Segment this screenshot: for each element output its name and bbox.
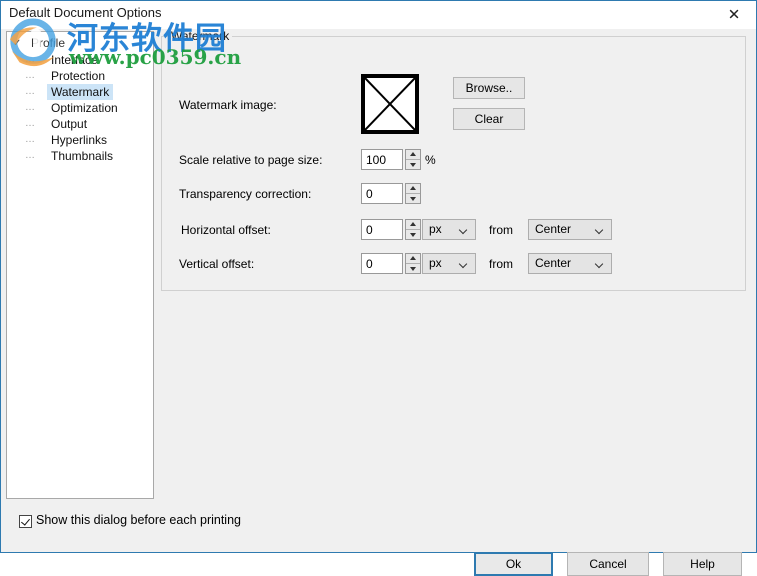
tree-root-label: Profile xyxy=(31,36,66,50)
close-button[interactable]: ✕ xyxy=(712,1,756,28)
vertical-offset-input[interactable] xyxy=(361,253,403,274)
transparency-label: Transparency correction: xyxy=(179,187,312,201)
spinner-down-icon[interactable] xyxy=(406,264,420,273)
spinner-up-icon[interactable] xyxy=(406,220,420,230)
tree-item-label: Output xyxy=(51,117,88,131)
tree-item-interface[interactable]: … Interface xyxy=(7,52,153,68)
tree-item-thumbnails[interactable]: … Thumbnails xyxy=(7,148,153,164)
horizontal-offset-unit-select[interactable]: px xyxy=(422,219,476,240)
spinner-up-icon[interactable] xyxy=(406,184,420,194)
vertical-offset-unit-value: px xyxy=(429,256,442,270)
horizontal-offset-origin-value: Center xyxy=(535,222,572,236)
vertical-offset-origin-value: Center xyxy=(535,256,572,270)
tree-branch-icon: … xyxy=(25,150,35,161)
watermark-image-label: Watermark image: xyxy=(179,98,277,112)
tree-root-profile[interactable]: ✓ Profile xyxy=(13,35,153,53)
tree-branch-icon: … xyxy=(25,70,35,81)
tree-item-hyperlinks[interactable]: … Hyperlinks xyxy=(7,132,153,148)
tree-item-label: Interface xyxy=(51,53,98,67)
chevron-down-icon xyxy=(460,261,468,266)
tree-item-label: Watermark xyxy=(47,84,114,100)
ok-button[interactable]: Ok xyxy=(474,552,553,576)
expander-icon[interactable]: ✓ xyxy=(13,38,25,50)
transparency-spinner-arrows[interactable] xyxy=(405,183,421,204)
show-dialog-label: Show this dialog before each printing xyxy=(36,513,241,527)
cancel-button[interactable]: Cancel xyxy=(567,552,649,576)
tree-branch-icon: … xyxy=(25,54,35,65)
tree-item-label: Protection xyxy=(51,69,106,83)
watermark-image-preview[interactable] xyxy=(361,74,419,134)
broken-image-icon xyxy=(365,78,415,130)
vertical-offset-spinner-arrows[interactable] xyxy=(405,253,421,274)
spinner-down-icon[interactable] xyxy=(406,230,420,239)
horizontal-offset-label: Horizontal offset: xyxy=(181,223,271,237)
vertical-offset-from-label: from xyxy=(489,257,513,271)
chevron-down-icon xyxy=(596,261,604,266)
dialog-body: ✓ Profile … Interface … Protection … Wat… xyxy=(1,29,756,576)
vertical-offset-origin-select[interactable]: Center xyxy=(528,253,612,274)
tree-item-watermark[interactable]: … Watermark xyxy=(7,84,153,100)
horizontal-offset-input[interactable] xyxy=(361,219,403,240)
tree-item-output[interactable]: … Output xyxy=(7,116,153,132)
scale-unit-label: % xyxy=(425,153,436,167)
horizontal-offset-origin-select[interactable]: Center xyxy=(528,219,612,240)
tree-branch-icon: … xyxy=(25,118,35,129)
tree-item-optimization[interactable]: … Optimization xyxy=(7,100,153,116)
close-icon: ✕ xyxy=(727,6,741,23)
settings-tree[interactable]: ✓ Profile … Interface … Protection … Wat… xyxy=(6,31,154,499)
horizontal-offset-spinner-arrows[interactable] xyxy=(405,219,421,240)
watermark-groupbox-title: Watermark xyxy=(168,29,233,43)
transparency-input[interactable] xyxy=(361,183,403,204)
tree-item-protection[interactable]: … Protection xyxy=(7,68,153,84)
clear-button[interactable]: Clear xyxy=(453,108,525,130)
tree-branch-icon: … xyxy=(25,134,35,145)
chevron-down-icon xyxy=(460,227,468,232)
help-button[interactable]: Help xyxy=(663,552,742,576)
tree-item-label: Hyperlinks xyxy=(51,133,108,147)
tree-item-label: Thumbnails xyxy=(51,149,114,163)
vertical-offset-label: Vertical offset: xyxy=(179,257,255,271)
scale-label: Scale relative to page size: xyxy=(179,153,323,167)
scale-input[interactable] xyxy=(361,149,403,170)
dialog-window: Default Document Options ✕ ✓ Profile … I… xyxy=(0,0,757,576)
spinner-down-icon[interactable] xyxy=(406,160,420,169)
spinner-down-icon[interactable] xyxy=(406,194,420,203)
vertical-offset-unit-select[interactable]: px xyxy=(422,253,476,274)
horizontal-offset-unit-value: px xyxy=(429,222,442,236)
browse-button[interactable]: Browse.. xyxy=(453,77,525,99)
spinner-up-icon[interactable] xyxy=(406,150,420,160)
tree-item-label: Optimization xyxy=(51,101,118,115)
tree-branch-icon: … xyxy=(25,86,35,97)
title-bar: Default Document Options ✕ xyxy=(1,1,756,29)
tree-children: … Interface … Protection … Watermark … O… xyxy=(7,52,153,164)
horizontal-offset-from-label: from xyxy=(489,223,513,237)
scale-spinner-arrows[interactable] xyxy=(405,149,421,170)
tree-branch-icon: … xyxy=(25,102,35,113)
spinner-up-icon[interactable] xyxy=(406,254,420,264)
window-title: Default Document Options xyxy=(9,5,162,20)
chevron-down-icon xyxy=(596,227,604,232)
show-dialog-checkbox[interactable] xyxy=(19,515,32,528)
